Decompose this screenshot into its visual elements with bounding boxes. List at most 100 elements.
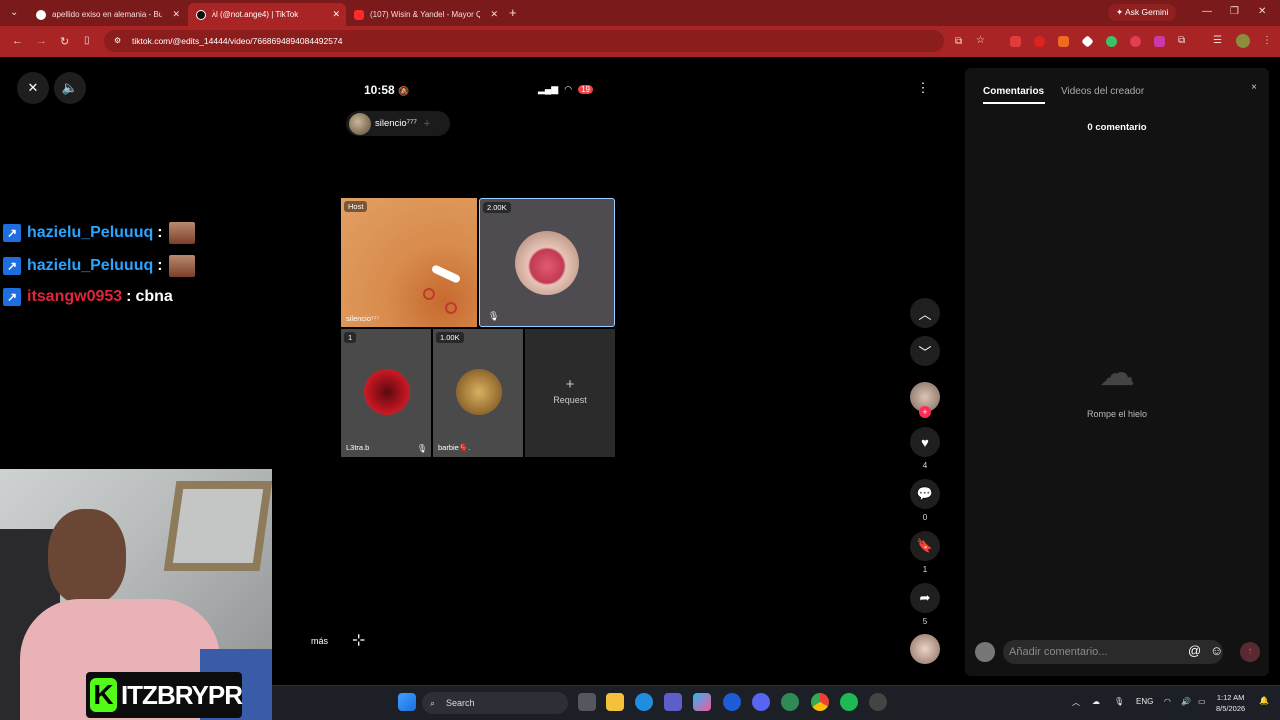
install-app-icon[interactable]: ⧉ bbox=[955, 36, 962, 47]
tab-creator-videos[interactable]: Videos del creador bbox=[1061, 86, 1144, 97]
profile-avatar[interactable] bbox=[1236, 34, 1250, 48]
comments-panel: Comentarios Videos del creador × 0 comen… bbox=[965, 68, 1269, 676]
chrome-icon[interactable] bbox=[811, 693, 829, 711]
volume-icon[interactable]: 🔊 bbox=[1181, 697, 1191, 706]
forward-icon[interactable]: → bbox=[36, 35, 47, 47]
comment-button[interactable]: 💬 0 bbox=[907, 479, 943, 522]
extensions-puzzle-icon[interactable]: ⧉ bbox=[1178, 35, 1185, 46]
close-window-icon[interactable]: ✕ bbox=[1258, 6, 1266, 17]
more-link[interactable]: más bbox=[311, 636, 328, 646]
tray-expand-icon[interactable]: ︿ bbox=[1072, 697, 1080, 708]
app-icon[interactable] bbox=[781, 693, 799, 711]
help-icon[interactable] bbox=[635, 693, 653, 711]
browser-tab[interactable]: apellido exiso en alemania - Bu ✕ bbox=[28, 3, 186, 26]
bookmark-star-icon[interactable]: ☆ bbox=[976, 35, 985, 46]
close-video-button[interactable]: ✕ bbox=[17, 72, 49, 104]
emote-image bbox=[168, 255, 195, 277]
taskbar-search[interactable]: ⌕ Search bbox=[422, 692, 568, 714]
minimize-icon[interactable]: — bbox=[1202, 6, 1212, 17]
follow-plus-icon[interactable]: + bbox=[919, 406, 931, 418]
tab-title: apellido exiso en alemania - Bu bbox=[52, 10, 162, 19]
discord-icon[interactable] bbox=[752, 693, 770, 711]
extension-icon[interactable] bbox=[1130, 36, 1141, 47]
extension-icon[interactable] bbox=[1058, 36, 1069, 47]
save-button[interactable]: 🔖 1 bbox=[907, 531, 943, 574]
onedrive-icon[interactable]: ☁ bbox=[1092, 697, 1100, 706]
host-badge: Host bbox=[344, 201, 368, 212]
address-bar[interactable]: ⚙ tiktok.com/@edits_14444/video/76686948… bbox=[104, 30, 944, 52]
chrome-menu-icon[interactable]: ⋮ bbox=[1262, 35, 1272, 46]
teams-icon[interactable] bbox=[664, 693, 682, 711]
extension-icon[interactable] bbox=[1106, 36, 1117, 47]
clock-time: 1:12 AM bbox=[1216, 693, 1245, 702]
spotify-icon[interactable] bbox=[840, 693, 858, 711]
battery-icon[interactable]: ▭ bbox=[1198, 697, 1206, 706]
speaker-icon: 🔈 bbox=[61, 80, 79, 95]
extension-icon[interactable] bbox=[1034, 36, 1045, 47]
chevron-down-icon: ﹀ bbox=[910, 336, 940, 366]
mention-icon[interactable]: @ bbox=[1188, 643, 1201, 658]
empty-state-text: Rompe el hielo bbox=[1086, 409, 1148, 419]
chat-user: hazielu_Peluuuq bbox=[27, 224, 154, 241]
creator-avatar[interactable]: + bbox=[907, 382, 943, 418]
sound-avatar[interactable] bbox=[907, 634, 943, 664]
mic-icon[interactable]: 🎙 bbox=[1114, 697, 1124, 706]
extension-icon[interactable] bbox=[1010, 36, 1021, 47]
video-menu-button[interactable]: ⋮ bbox=[907, 72, 939, 104]
wifi-icon[interactable]: ◠ bbox=[1164, 697, 1171, 706]
hp-icon[interactable] bbox=[723, 693, 741, 711]
guest-label: L3tra.b bbox=[346, 443, 370, 452]
like-button[interactable]: ♥ 4 bbox=[907, 427, 943, 470]
tab-comments[interactable]: Comentarios bbox=[983, 86, 1044, 97]
youtube-icon bbox=[354, 9, 364, 20]
back-icon[interactable]: ← bbox=[12, 35, 23, 47]
emoji-icon[interactable]: ☺ bbox=[1210, 643, 1223, 658]
tab-title: ʌ̇l (@not.ange4) | TikTok bbox=[212, 10, 299, 19]
phone-time-text: 10:58 bbox=[364, 83, 395, 97]
kick-logo-icon: K bbox=[90, 678, 117, 712]
pin-icon: ↗ bbox=[3, 224, 21, 242]
guest-video-tile[interactable]: 1 L3tra.b 🎙 bbox=[341, 329, 431, 457]
close-panel-button[interactable]: × bbox=[1251, 82, 1257, 93]
browser-tab[interactable]: (107) Wisin & Yandel - Mayor Q ✕ bbox=[346, 3, 504, 26]
send-comment-button[interactable]: ↑ bbox=[1240, 642, 1260, 662]
task-view-icon[interactable] bbox=[578, 693, 596, 711]
next-video-button[interactable]: ﹀ bbox=[907, 336, 943, 366]
host-video-tile[interactable]: Host silencio⁷⁷⁷ bbox=[341, 198, 477, 327]
mute-button[interactable]: 🔈 bbox=[54, 72, 86, 104]
reading-list-icon[interactable]: ☰ bbox=[1213, 35, 1222, 46]
prev-video-button[interactable]: ︿ bbox=[907, 298, 943, 328]
streamer-name: ITZBRYPR bbox=[120, 679, 243, 710]
gingerbread-mouth bbox=[430, 264, 462, 284]
guest-video-tile[interactable]: 1.00K barbie🫀. bbox=[433, 329, 523, 457]
tiktok-icon bbox=[196, 9, 206, 20]
maximize-icon[interactable]: ❐ bbox=[1230, 6, 1239, 17]
new-tab-button[interactable]: + bbox=[509, 5, 517, 20]
request-label: Request bbox=[553, 395, 587, 405]
emote-image bbox=[168, 222, 195, 244]
copilot-icon[interactable] bbox=[693, 693, 711, 711]
chat-message: ↗ itsangw0953 : cbna bbox=[3, 288, 173, 306]
close-tab-icon[interactable]: ✕ bbox=[332, 9, 340, 20]
tab-search-icon[interactable]: ⌄ bbox=[10, 7, 18, 18]
guest-video-tile[interactable]: 2.00K 🎙 bbox=[479, 198, 615, 327]
windows-start-icon[interactable] bbox=[398, 693, 416, 711]
browser-tab-active[interactable]: ʌ̇l (@not.ange4) | TikTok ✕ bbox=[188, 3, 346, 26]
close-tab-icon[interactable]: ✕ bbox=[172, 9, 180, 20]
site-info-icon[interactable]: ⚙ bbox=[114, 30, 121, 52]
settings-icon[interactable] bbox=[869, 693, 887, 711]
sidebar-icon[interactable]: ▯ bbox=[84, 35, 90, 46]
ask-gemini-button[interactable]: ✦ Ask Gemini bbox=[1108, 4, 1177, 21]
extension-icon[interactable] bbox=[1154, 36, 1165, 47]
close-tab-icon[interactable]: ✕ bbox=[490, 9, 498, 20]
host-profile-pill[interactable]: silencio⁷⁷⁷ ＋ bbox=[346, 111, 450, 136]
request-slot[interactable]: + Request bbox=[525, 329, 615, 457]
taskbar-clock[interactable]: 1:12 AM 8/5/2026 bbox=[1216, 692, 1245, 714]
music-disc-icon bbox=[910, 634, 940, 664]
language-indicator[interactable]: ENG bbox=[1136, 697, 1153, 706]
file-explorer-icon[interactable] bbox=[606, 693, 624, 711]
share-button[interactable]: ➦ 5 bbox=[907, 583, 943, 626]
reload-icon[interactable]: ↻ bbox=[60, 35, 69, 48]
pin-icon: ↗ bbox=[3, 288, 21, 306]
notifications-icon[interactable]: 🔔 bbox=[1259, 696, 1269, 705]
